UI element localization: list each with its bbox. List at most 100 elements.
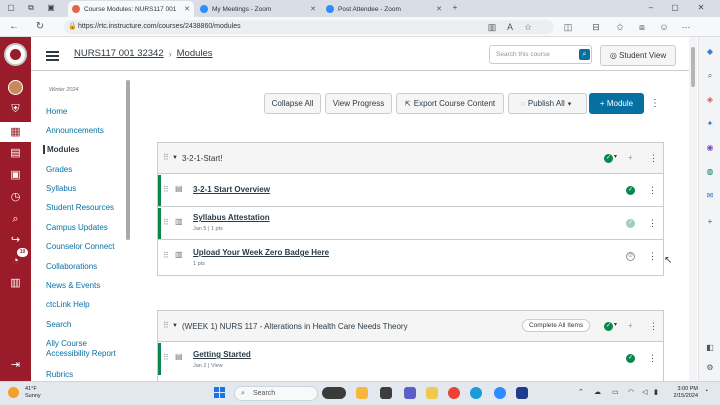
reload-icon[interactable]: ↻ — [34, 21, 46, 33]
course-nav-search[interactable]: Search — [46, 320, 71, 329]
published-check-icon[interactable]: ✓ — [626, 219, 635, 228]
battery-icon[interactable]: ▮ — [654, 388, 658, 396]
collections-icon[interactable]: ⧈ — [636, 21, 648, 33]
browser-menu-icon[interactable]: ⋯ — [680, 21, 692, 33]
caret-down-icon[interactable]: ▾ — [614, 153, 617, 160]
widget-app-icon[interactable] — [322, 387, 346, 399]
windows-start-icon[interactable] — [214, 387, 226, 399]
office-icon[interactable]: ◍ — [705, 167, 715, 177]
caret-down-icon[interactable]: ▾ — [614, 321, 617, 328]
studio-icon[interactable]: ↪ — [7, 232, 24, 249]
tab-my-meetings[interactable]: My Meetings - Zoom ✕ — [196, 1, 320, 17]
publish-all-button[interactable]: ◌ Publish All ▾ — [508, 93, 587, 114]
games-icon[interactable]: ◉ — [705, 143, 715, 153]
add-item-plus-icon[interactable]: + — [628, 321, 633, 330]
course-nav-rubrics[interactable]: Rubrics — [46, 370, 73, 379]
copilot-app-icon[interactable] — [356, 387, 368, 399]
outlook-icon[interactable]: ✉ — [705, 191, 715, 201]
collapse-all-button[interactable]: Collapse All — [264, 93, 321, 114]
collapse-caret-icon[interactable]: ▼ — [172, 323, 178, 329]
published-check-icon[interactable]: ✓ — [604, 154, 613, 163]
course-nav-student-resources[interactable]: Student Resources — [46, 203, 114, 212]
course-nav-grades[interactable]: Grades — [46, 165, 72, 174]
drag-handle-icon[interactable]: ⠿ — [163, 153, 169, 162]
module-header[interactable]: ⠿ ▼ 3-2-1-Start! ✓ ▾ + ⋮ — [158, 143, 663, 174]
favorites-icon[interactable]: ✩ — [614, 21, 626, 33]
favorite-star-icon[interactable]: ☆ — [522, 21, 534, 33]
course-nav-ctclink-help[interactable]: ctcLink Help — [46, 300, 90, 309]
course-nav-home[interactable]: Home — [46, 107, 67, 116]
course-nav-announcements[interactable]: Announcements — [46, 126, 104, 135]
close-tab-icon[interactable]: ✕ — [178, 5, 190, 13]
read-aloud-icon[interactable]: A — [504, 21, 516, 33]
teams-icon[interactable] — [404, 387, 416, 399]
edge-icon[interactable] — [470, 387, 482, 399]
course-nav-counselor-connect[interactable]: Counselor Connect — [46, 242, 114, 251]
module-item-title-link[interactable]: Getting Started — [193, 350, 251, 359]
add-item-plus-icon[interactable]: + — [628, 153, 633, 162]
module-item-title-link[interactable]: 3-2-1 Start Overview — [193, 185, 270, 194]
unpublished-icon[interactable]: ⊘ — [626, 252, 635, 261]
file-explorer-icon[interactable] — [426, 387, 438, 399]
sidebar-search-icon[interactable]: ⌕ — [705, 71, 715, 81]
zoom-app-icon[interactable] — [494, 387, 506, 399]
module-header[interactable]: ⠿ ▼ (WEEK 1) NURS 117 - Alterations in H… — [158, 311, 663, 342]
dashboard-icon[interactable]: ▦ — [0, 122, 31, 142]
notifications-bell-icon[interactable]: ◔ — [704, 388, 708, 395]
shopping-icon[interactable]: ◈ — [705, 95, 715, 105]
volume-icon[interactable]: ◁ — [642, 388, 647, 396]
sun-weather-icon[interactable] — [8, 387, 19, 398]
add-sidebar-app-icon[interactable]: + — [705, 217, 715, 227]
extension-icon[interactable]: ◫ — [562, 21, 574, 33]
sidebar-settings-icon[interactable]: ⚙ — [705, 363, 715, 373]
item-options-icon[interactable]: ⋮ — [648, 185, 657, 196]
collapse-caret-icon[interactable]: ▼ — [172, 155, 178, 161]
url-field[interactable]: 🔒 https://rtc.instructure.com/courses/24… — [64, 20, 554, 34]
hide-sidebar-icon[interactable]: ◧ — [705, 343, 715, 353]
account-avatar[interactable] — [8, 80, 23, 95]
close-window-icon[interactable]: ✕ — [696, 3, 706, 13]
module-item-title-link[interactable]: Syllabus Attestation — [193, 213, 270, 222]
courses-icon[interactable]: ▤ — [7, 145, 24, 162]
workspaces-icon[interactable]: ▣ — [46, 3, 56, 13]
institution-logo[interactable] — [4, 43, 27, 66]
drag-handle-icon[interactable]: ⠿ — [163, 185, 169, 194]
profile-icon[interactable]: ☺ — [658, 21, 670, 33]
back-arrow-icon[interactable]: ← — [8, 21, 20, 33]
add-module-button[interactable]: + Module — [589, 93, 644, 114]
drag-handle-icon[interactable]: ⠿ — [163, 218, 169, 227]
browser-profile-icon[interactable]: ▢ — [6, 3, 16, 13]
page-scrollbar-thumb[interactable] — [691, 47, 695, 87]
commons-icon[interactable]: ⌕ — [7, 211, 24, 228]
tab-course-modules[interactable]: Course Modules: NURS117 001 ✕ — [68, 1, 194, 17]
item-options-icon[interactable]: ⋮ — [648, 353, 657, 364]
item-options-icon[interactable]: ⋮ — [648, 218, 657, 229]
published-check-icon[interactable]: ✓ — [626, 354, 635, 363]
course-menu-toggle[interactable] — [46, 51, 59, 61]
export-course-content-button[interactable]: ⇱ Export Course Content — [396, 93, 504, 114]
taskbar-search[interactable]: ⌕ Search — [234, 386, 318, 401]
copilot-icon[interactable]: ◆ — [705, 47, 715, 57]
more-options-icon[interactable]: ⋮ — [648, 93, 662, 114]
history-clock-icon[interactable]: ◷ — [7, 189, 24, 206]
wifi-icon[interactable]: ◠ — [628, 388, 634, 396]
module-options-icon[interactable]: ⋮ — [649, 321, 658, 332]
page-scrollbar[interactable] — [689, 37, 697, 381]
course-nav-ally-report[interactable]: Ally Course Accessibility Report — [46, 339, 116, 359]
minimize-window-icon[interactable]: – — [646, 3, 656, 13]
course-nav-modules[interactable]: Modules — [43, 145, 79, 154]
outlook-app-icon[interactable] — [516, 387, 528, 399]
maximize-window-icon[interactable]: ▢ — [670, 3, 680, 13]
split-screen-icon[interactable]: ⊟ — [590, 21, 602, 33]
course-nav-campus-updates[interactable]: Campus Updates — [46, 223, 108, 232]
student-view-button[interactable]: ◎ Student View — [600, 45, 676, 66]
view-progress-button[interactable]: View Progress — [325, 93, 392, 114]
published-check-icon[interactable]: ✓ — [626, 186, 635, 195]
onedrive-icon[interactable]: ☁ — [594, 388, 601, 396]
immersive-reader-icon[interactable]: ▥ — [486, 21, 498, 33]
chrome-icon[interactable] — [448, 387, 460, 399]
tab-post-attendee[interactable]: Post Attendee - Zoom ✕ — [322, 1, 446, 17]
new-tab-icon[interactable]: + — [450, 3, 460, 13]
course-search-input[interactable]: Search this course — [489, 45, 592, 64]
close-tab-icon[interactable]: ✕ — [304, 5, 316, 13]
